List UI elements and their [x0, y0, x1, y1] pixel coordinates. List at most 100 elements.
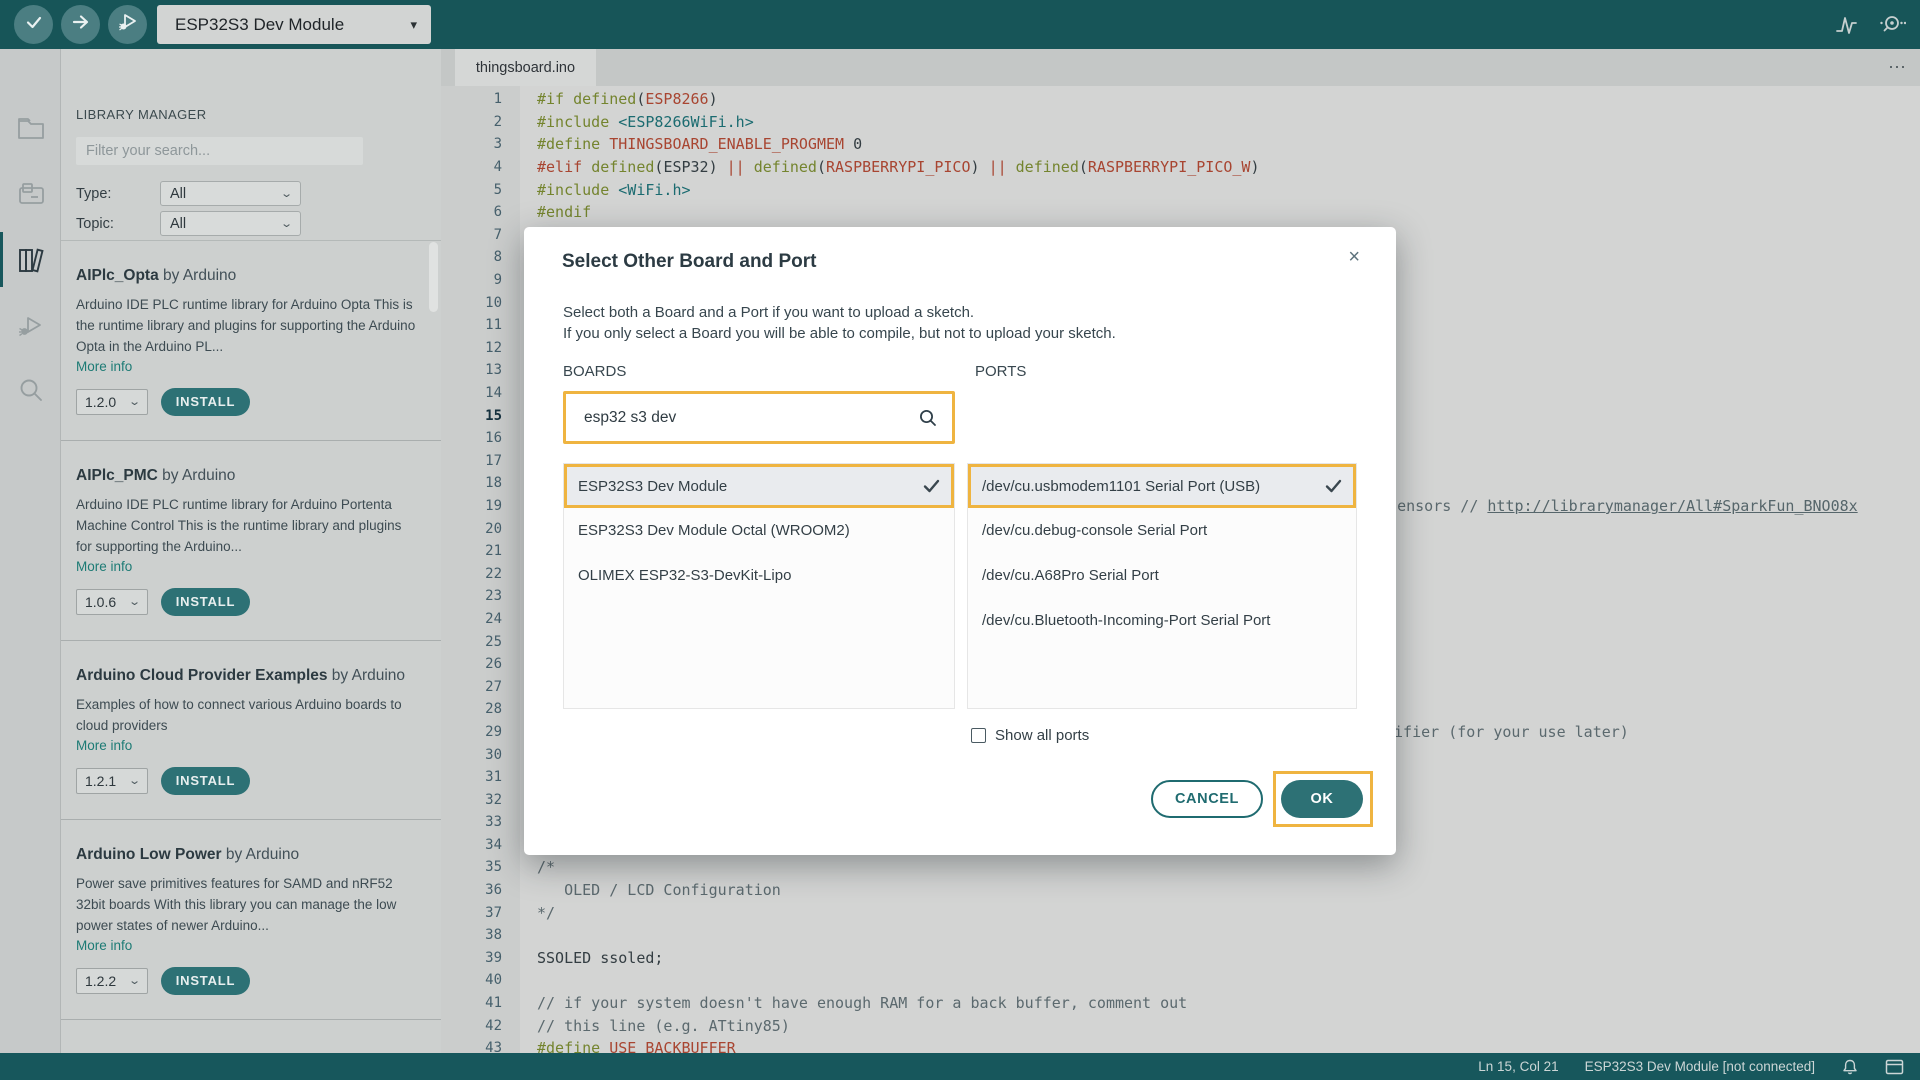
type-select[interactable]: All ⌄ [160, 181, 301, 206]
serial-monitor-button[interactable] [1878, 11, 1906, 39]
verify-button[interactable] [14, 5, 53, 44]
install-button[interactable]: INSTALL [161, 588, 250, 616]
chevron-down-icon: ⌄ [128, 774, 141, 787]
boards-label: BOARDS [563, 363, 626, 380]
board-selector-dropdown[interactable]: ESP32S3 Dev Module ▾ [157, 5, 431, 44]
install-button[interactable]: INSTALL [161, 388, 250, 416]
port-option[interactable]: /dev/cu.usbmodem1101 Serial Port (USB) [968, 464, 1356, 508]
line-number: 28 [441, 701, 520, 717]
more-info-link[interactable]: More info [76, 559, 419, 574]
toolbar: ESP32S3 Dev Module ▾ [0, 0, 1920, 49]
code-line: 39SSOLED ssoled; [441, 947, 1920, 970]
more-info-link[interactable]: More info [76, 938, 419, 953]
version-select[interactable]: 1.2.1⌄ [76, 768, 148, 794]
line-number: 12 [441, 340, 520, 356]
upload-button[interactable] [61, 5, 100, 44]
toggle-panel-icon[interactable] [1885, 1059, 1904, 1075]
boards-list: ESP32S3 Dev ModuleESP32S3 Dev Module Oct… [563, 463, 955, 709]
board-option[interactable]: ESP32S3 Dev Module Octal (WROOM2) [564, 508, 954, 553]
install-button[interactable]: INSTALL [161, 967, 250, 995]
chevron-down-icon: ▾ [410, 17, 417, 33]
port-option[interactable]: /dev/cu.A68Pro Serial Port [968, 553, 1356, 598]
library-entry: AIPlc_Opta by ArduinoArduino IDE PLC run… [61, 241, 441, 441]
sidebar-item-sketchbook[interactable] [0, 101, 61, 155]
sidebar-item-library-manager[interactable] [0, 233, 61, 287]
install-button[interactable]: INSTALL [161, 767, 250, 795]
code-line: 1#if defined(ESP8266) [441, 88, 1920, 111]
version-select[interactable]: 1.2.2⌄ [76, 968, 148, 994]
line-number: 23 [441, 588, 520, 604]
code-line: 35/* [441, 856, 1920, 879]
board-option[interactable]: OLIMEX ESP32-S3-DevKit-Lipo [564, 553, 954, 598]
line-number: 34 [441, 837, 520, 853]
library-description: Arduino IDE PLC runtime library for Ardu… [76, 495, 418, 558]
waveform-icon [1833, 12, 1859, 38]
line-number: 20 [441, 521, 520, 537]
bug-play-icon [16, 312, 46, 340]
chevron-down-icon: ⌄ [280, 217, 293, 230]
board-option[interactable]: ESP32S3 Dev Module [564, 464, 954, 508]
version-value: 1.2.0 [85, 394, 116, 410]
line-number: 25 [441, 634, 520, 650]
line-number: 37 [441, 905, 520, 921]
notifications-bell-icon[interactable] [1841, 1058, 1859, 1076]
debug-play-bug-icon [117, 11, 139, 38]
code-text: #include <ESP8266WiFi.h> [520, 113, 754, 131]
line-number: 29 [441, 724, 520, 740]
sidebar-item-debug[interactable] [0, 299, 61, 353]
port-option-label: /dev/cu.debug-console Serial Port [982, 522, 1342, 539]
debug-button[interactable] [108, 5, 147, 44]
line-number: 1 [441, 91, 520, 107]
board-search-input[interactable]: esp32 s3 dev [563, 391, 955, 444]
books-icon [16, 245, 46, 275]
library-manager-panel: LIBRARY MANAGER Type: All ⌄ Topic: All ⌄… [61, 49, 441, 1053]
line-number: 24 [441, 611, 520, 627]
tab-thingsboard-ino[interactable]: thingsboard.ino [455, 49, 596, 86]
port-option-label: /dev/cu.A68Pro Serial Port [982, 567, 1342, 584]
code-line: 42// this line (e.g. ATtiny85) [441, 1014, 1920, 1037]
line-number: 35 [441, 859, 520, 875]
arduino-ide-window: ESP32S3 Dev Module ▾ [0, 0, 1920, 1080]
serial-plotter-button[interactable] [1832, 11, 1860, 39]
line-number: 41 [441, 995, 520, 1011]
chevron-down-icon: ⌄ [128, 395, 141, 408]
cancel-button[interactable]: CANCEL [1151, 780, 1263, 818]
sidebar-item-search[interactable] [0, 363, 61, 417]
board-connection-status[interactable]: ESP32S3 Dev Module [not connected] [1585, 1059, 1815, 1074]
ok-button[interactable]: OK [1281, 780, 1363, 818]
port-option-label: /dev/cu.Bluetooth-Incoming-Port Serial P… [982, 612, 1342, 629]
magnifier-dots-icon [1878, 12, 1906, 38]
line-number: 2 [441, 114, 520, 130]
version-select[interactable]: 1.0.6⌄ [76, 589, 148, 615]
version-value: 1.0.6 [85, 594, 116, 610]
code-line: 37*/ [441, 901, 1920, 924]
line-number: 38 [441, 927, 520, 943]
more-info-link[interactable]: More info [76, 738, 419, 753]
line-number: 39 [441, 950, 520, 966]
line-number: 8 [441, 249, 520, 265]
code-text: #define THINGSBOARD_ENABLE_PROGMEM 0 [520, 135, 862, 153]
board-chip-icon [16, 180, 46, 208]
show-all-ports-checkbox[interactable]: Show all ports [971, 727, 1089, 744]
panel-scrollbar-thumb[interactable] [429, 242, 438, 312]
sidebar-item-boards-manager[interactable] [0, 167, 61, 221]
port-option-label: /dev/cu.usbmodem1101 Serial Port (USB) [982, 478, 1325, 495]
tab-options-icon[interactable]: ⋯ [1888, 49, 1906, 86]
library-filter-input[interactable] [76, 137, 363, 165]
version-value: 1.2.2 [85, 973, 116, 989]
line-number: 31 [441, 769, 520, 785]
close-icon[interactable]: × [1348, 247, 1360, 267]
version-select[interactable]: 1.2.0 ⌄ [76, 389, 148, 415]
line-number: 14 [441, 385, 520, 401]
port-option[interactable]: /dev/cu.debug-console Serial Port [968, 508, 1356, 553]
type-label: Type: [76, 186, 160, 202]
ports-list: /dev/cu.usbmodem1101 Serial Port (USB) /d… [967, 463, 1357, 709]
search-icon [918, 408, 938, 428]
library-controls: 1.2.2⌄ INSTALL [76, 967, 419, 995]
more-info-link[interactable]: More info [76, 359, 419, 374]
line-number: 36 [441, 882, 520, 898]
cursor-position[interactable]: Ln 15, Col 21 [1478, 1059, 1558, 1074]
port-option[interactable]: /dev/cu.Bluetooth-Incoming-Port Serial P… [968, 598, 1356, 643]
dialog-title: Select Other Board and Port [562, 251, 816, 273]
topic-select[interactable]: All ⌄ [160, 211, 301, 236]
